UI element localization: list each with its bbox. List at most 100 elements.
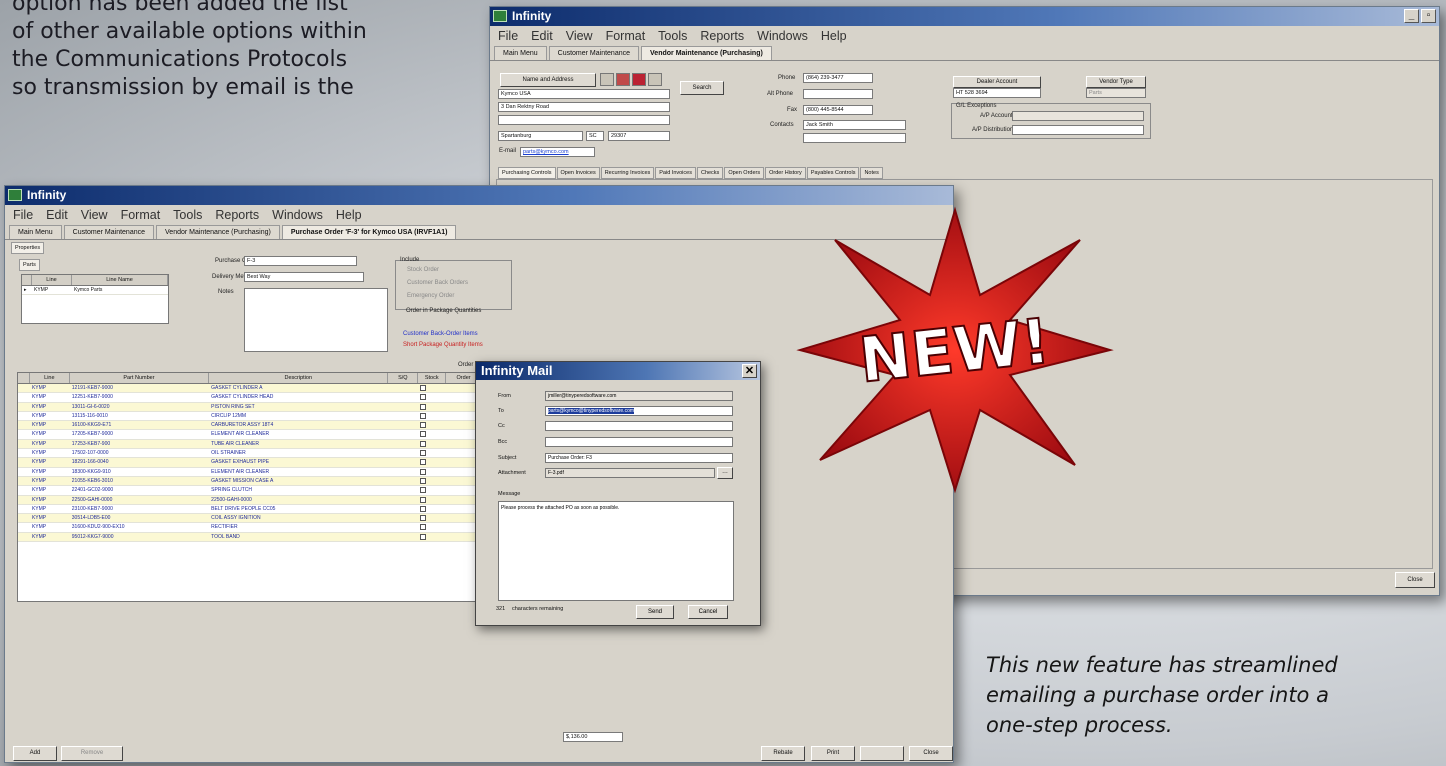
- restore-button[interactable]: ▫: [1421, 9, 1436, 23]
- table-row[interactable]: KYMP 13011-GI-6-0020 PISTON RING SET: [18, 402, 482, 412]
- stock-checkbox[interactable]: [420, 450, 427, 457]
- contacts-field[interactable]: Jack Smith: [803, 120, 906, 130]
- copy-icon[interactable]: [600, 73, 614, 86]
- menu-file[interactable]: File: [13, 205, 33, 225]
- map-icon[interactable]: [632, 73, 646, 86]
- ap-distribution-select[interactable]: [1012, 125, 1144, 135]
- bcc-field[interactable]: [545, 437, 733, 447]
- menu-view[interactable]: View: [566, 26, 593, 46]
- city-field[interactable]: Spartanburg: [498, 131, 583, 141]
- subtab-paid-invoices[interactable]: Paid Invoices: [655, 167, 696, 179]
- stock-checkbox[interactable]: [420, 477, 427, 484]
- stock-checkbox[interactable]: [420, 431, 427, 438]
- order-in-package-checkbox[interactable]: Order in Package Quantities: [406, 308, 481, 314]
- tab-purchase-order[interactable]: Purchase Order 'F-3' for Kymco USA (IRVF…: [281, 225, 457, 239]
- attach-browse-button[interactable]: …: [717, 467, 733, 479]
- menu-view[interactable]: View: [81, 205, 108, 225]
- lookup-icon[interactable]: [616, 73, 630, 86]
- search-button[interactable]: Search: [680, 81, 724, 95]
- table-row[interactable]: KYMP 12191-KEB7-9000 GASKET CYLINDER A: [18, 384, 482, 394]
- tab-customer-maintenance[interactable]: Customer Maintenance: [548, 46, 640, 60]
- table-row[interactable]: KYMP 30514-LDB5-E00 COIL ASSY IGNITION: [18, 514, 482, 524]
- close-button[interactable]: Close: [909, 746, 953, 761]
- menu-windows[interactable]: Windows: [272, 205, 323, 225]
- menu-tools[interactable]: Tools: [658, 26, 687, 46]
- stock-checkbox[interactable]: [420, 459, 427, 466]
- stock-checkbox[interactable]: [420, 487, 427, 494]
- print-button[interactable]: Print: [811, 746, 855, 761]
- menu-help[interactable]: Help: [336, 205, 362, 225]
- stock-checkbox[interactable]: [420, 394, 427, 401]
- table-row[interactable]: KYMP 23100-KEB7-9000 BELT DRIVE PEOPLE CC0…: [18, 505, 482, 515]
- ap-account-select[interactable]: [1012, 111, 1144, 121]
- address1-field[interactable]: 3 Dan Rektny Road: [498, 102, 670, 112]
- menu-reports[interactable]: Reports: [700, 26, 744, 46]
- include-stock-order[interactable]: Stock Order: [407, 267, 439, 273]
- vendor-type-button[interactable]: Vendor Type: [1086, 76, 1146, 88]
- menu-edit[interactable]: Edit: [531, 26, 553, 46]
- tab-main-menu[interactable]: Main Menu: [9, 225, 62, 239]
- subtab-open-orders[interactable]: Open Orders: [724, 167, 765, 179]
- subtab-notes[interactable]: Notes: [860, 167, 883, 179]
- subtab-payables-controls[interactable]: Payables Controls: [806, 167, 860, 179]
- table-row[interactable]: KYMP 21055-KEB6-3010 GASKET MISSION CASE A: [18, 476, 482, 487]
- message-field[interactable]: Please process the attached PO as soon a…: [498, 501, 734, 601]
- remove-button[interactable]: Remove: [61, 746, 123, 761]
- table-row[interactable]: KYMP 17502-107-0000 OIL STRAINER: [18, 449, 482, 459]
- menu-tools[interactable]: Tools: [173, 205, 202, 225]
- stock-checkbox[interactable]: [420, 422, 427, 429]
- dealer-account-field[interactable]: HT 528 3694: [953, 88, 1041, 98]
- table-row[interactable]: KYMP 17205-KEB7-9000 ELEMENT AIR CLEANER: [18, 430, 482, 440]
- cc-field[interactable]: [545, 421, 733, 431]
- send-button[interactable]: Send: [636, 605, 674, 619]
- stock-checkbox[interactable]: [420, 515, 427, 522]
- lines-row[interactable]: ▸ KYMP Kymco Parts: [22, 286, 168, 296]
- name-address-button[interactable]: Name and Address: [500, 73, 596, 87]
- zip-field[interactable]: 29307: [608, 131, 670, 141]
- tab-parts[interactable]: Parts: [19, 259, 40, 271]
- menu-format[interactable]: Format: [606, 26, 646, 46]
- stock-checkbox[interactable]: [420, 505, 427, 512]
- menu-reports[interactable]: Reports: [215, 205, 259, 225]
- table-row[interactable]: KYMP 12251-KEB7-9000 GASKET CYLINDER HEAD: [18, 393, 482, 403]
- stock-checkbox[interactable]: [420, 403, 427, 410]
- menu-windows[interactable]: Windows: [757, 26, 808, 46]
- email-field[interactable]: parts@kymco.com: [520, 147, 595, 157]
- subtab-order-history[interactable]: Order History: [765, 167, 806, 179]
- name-field[interactable]: Kymco USA: [498, 89, 670, 99]
- tab-properties[interactable]: Properties: [11, 242, 45, 254]
- delivery-method-select[interactable]: Best Way: [244, 272, 364, 282]
- subtab-recurring-invoices[interactable]: Recurring Invoices: [600, 167, 655, 179]
- table-row[interactable]: KYMP 31600-KDU2-900-EX10 RECTIFIER: [18, 523, 482, 533]
- tab-vendor-maintenance[interactable]: Vendor Maintenance (Purchasing): [156, 225, 280, 239]
- tab-vendor-maintenance[interactable]: Vendor Maintenance (Purchasing): [641, 46, 772, 60]
- subtab-checks[interactable]: Checks: [696, 167, 724, 179]
- purchase-order-field[interactable]: F-3: [244, 256, 357, 266]
- subtab-open-invoices[interactable]: Open Invoices: [556, 167, 600, 179]
- table-row[interactable]: KYMP 16100-KKG9-E71 CARBURETOR ASSY 18T4: [18, 421, 482, 431]
- table-row[interactable]: KYMP 17253-KEB7-900 TUBE AIR CLEANER: [18, 439, 482, 450]
- stock-checkbox[interactable]: [420, 496, 427, 503]
- include-emergency-order[interactable]: Emergency Order: [407, 293, 454, 299]
- tab-customer-maintenance[interactable]: Customer Maintenance: [63, 225, 155, 239]
- tab-main-menu[interactable]: Main Menu: [494, 46, 547, 60]
- stock-checkbox[interactable]: [420, 412, 427, 419]
- vendor-type-select[interactable]: Parts: [1086, 88, 1146, 98]
- minimize-button[interactable]: _: [1404, 9, 1419, 23]
- address2-field[interactable]: [498, 115, 670, 125]
- table-row[interactable]: KYMP 18291-166-0040 GASKET EXHAUST PIPE: [18, 458, 482, 468]
- menu-edit[interactable]: Edit: [46, 205, 68, 225]
- phone-field[interactable]: (864) 239-3477: [803, 73, 873, 83]
- stock-checkbox[interactable]: [420, 468, 427, 475]
- menu-help[interactable]: Help: [821, 26, 847, 46]
- menu-file[interactable]: File: [498, 26, 518, 46]
- contacts-field-2[interactable]: [803, 133, 906, 143]
- rebate-button[interactable]: Rebate: [761, 746, 805, 761]
- dealer-account-button[interactable]: Dealer Account: [953, 76, 1041, 88]
- note-icon[interactable]: [648, 73, 662, 86]
- stock-checkbox[interactable]: [420, 533, 427, 540]
- table-row[interactable]: KYMP 22500-GAHI-0000 22500-GAHI-0000: [18, 495, 482, 505]
- alt-phone-field[interactable]: [803, 89, 873, 99]
- state-field[interactable]: SC: [586, 131, 604, 141]
- cancel-button[interactable]: Cancel: [688, 605, 728, 619]
